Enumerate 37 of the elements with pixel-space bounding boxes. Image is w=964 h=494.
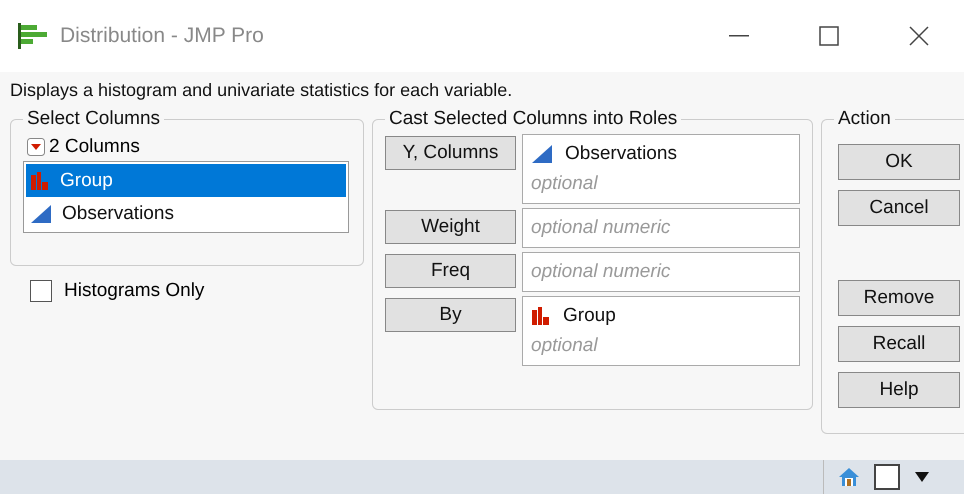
minimize-icon <box>729 35 749 37</box>
action-button[interactable]: Recall <box>838 326 960 362</box>
role-drop-box[interactable]: Group optional <box>522 296 800 366</box>
placeholder-text: optional numeric <box>531 216 672 240</box>
action-button[interactable]: Remove <box>838 280 960 316</box>
bar-chart-icon <box>30 170 50 190</box>
home-icon[interactable] <box>838 467 860 487</box>
role-button[interactable]: Weight <box>385 210 516 244</box>
triangle-icon <box>30 204 52 224</box>
group-title: Cast Selected Columns into Roles <box>388 108 678 130</box>
placeholder-text: optional numeric <box>531 260 672 284</box>
action-button[interactable]: Help <box>838 372 960 408</box>
checkbox[interactable] <box>30 280 52 302</box>
role-column: Observations <box>531 139 791 169</box>
dropdown-icon[interactable] <box>914 471 930 483</box>
role-button[interactable]: Freq <box>385 254 516 288</box>
placeholder-text: optional <box>531 172 599 196</box>
description-text: Displays a histogram and univariate statistics for each variable. <box>10 79 514 102</box>
triangle-icon <box>531 144 553 164</box>
group-title: Select Columns <box>26 108 162 130</box>
app-icon <box>18 23 48 49</box>
histograms-only-checkbox[interactable]: Histograms Only <box>30 280 364 302</box>
placeholder-text: optional <box>531 334 599 358</box>
group-title: Action <box>837 108 892 130</box>
role-button[interactable]: Y, Columns <box>385 136 516 170</box>
window-toggle-icon[interactable] <box>874 464 900 490</box>
action-button[interactable]: OK <box>838 144 960 180</box>
maximize-icon <box>819 26 839 46</box>
role-button[interactable]: By <box>385 298 516 332</box>
column-item[interactable]: Group <box>26 164 346 197</box>
column-count: 2 Columns <box>49 136 140 158</box>
role-column: Group <box>531 301 791 331</box>
bar-chart-icon <box>531 306 551 326</box>
close-icon <box>909 26 929 46</box>
window-title: Distribution - JMP Pro <box>60 24 265 48</box>
role-drop-box[interactable]: Observations optional <box>522 134 800 204</box>
action-button[interactable]: Cancel <box>838 190 960 226</box>
